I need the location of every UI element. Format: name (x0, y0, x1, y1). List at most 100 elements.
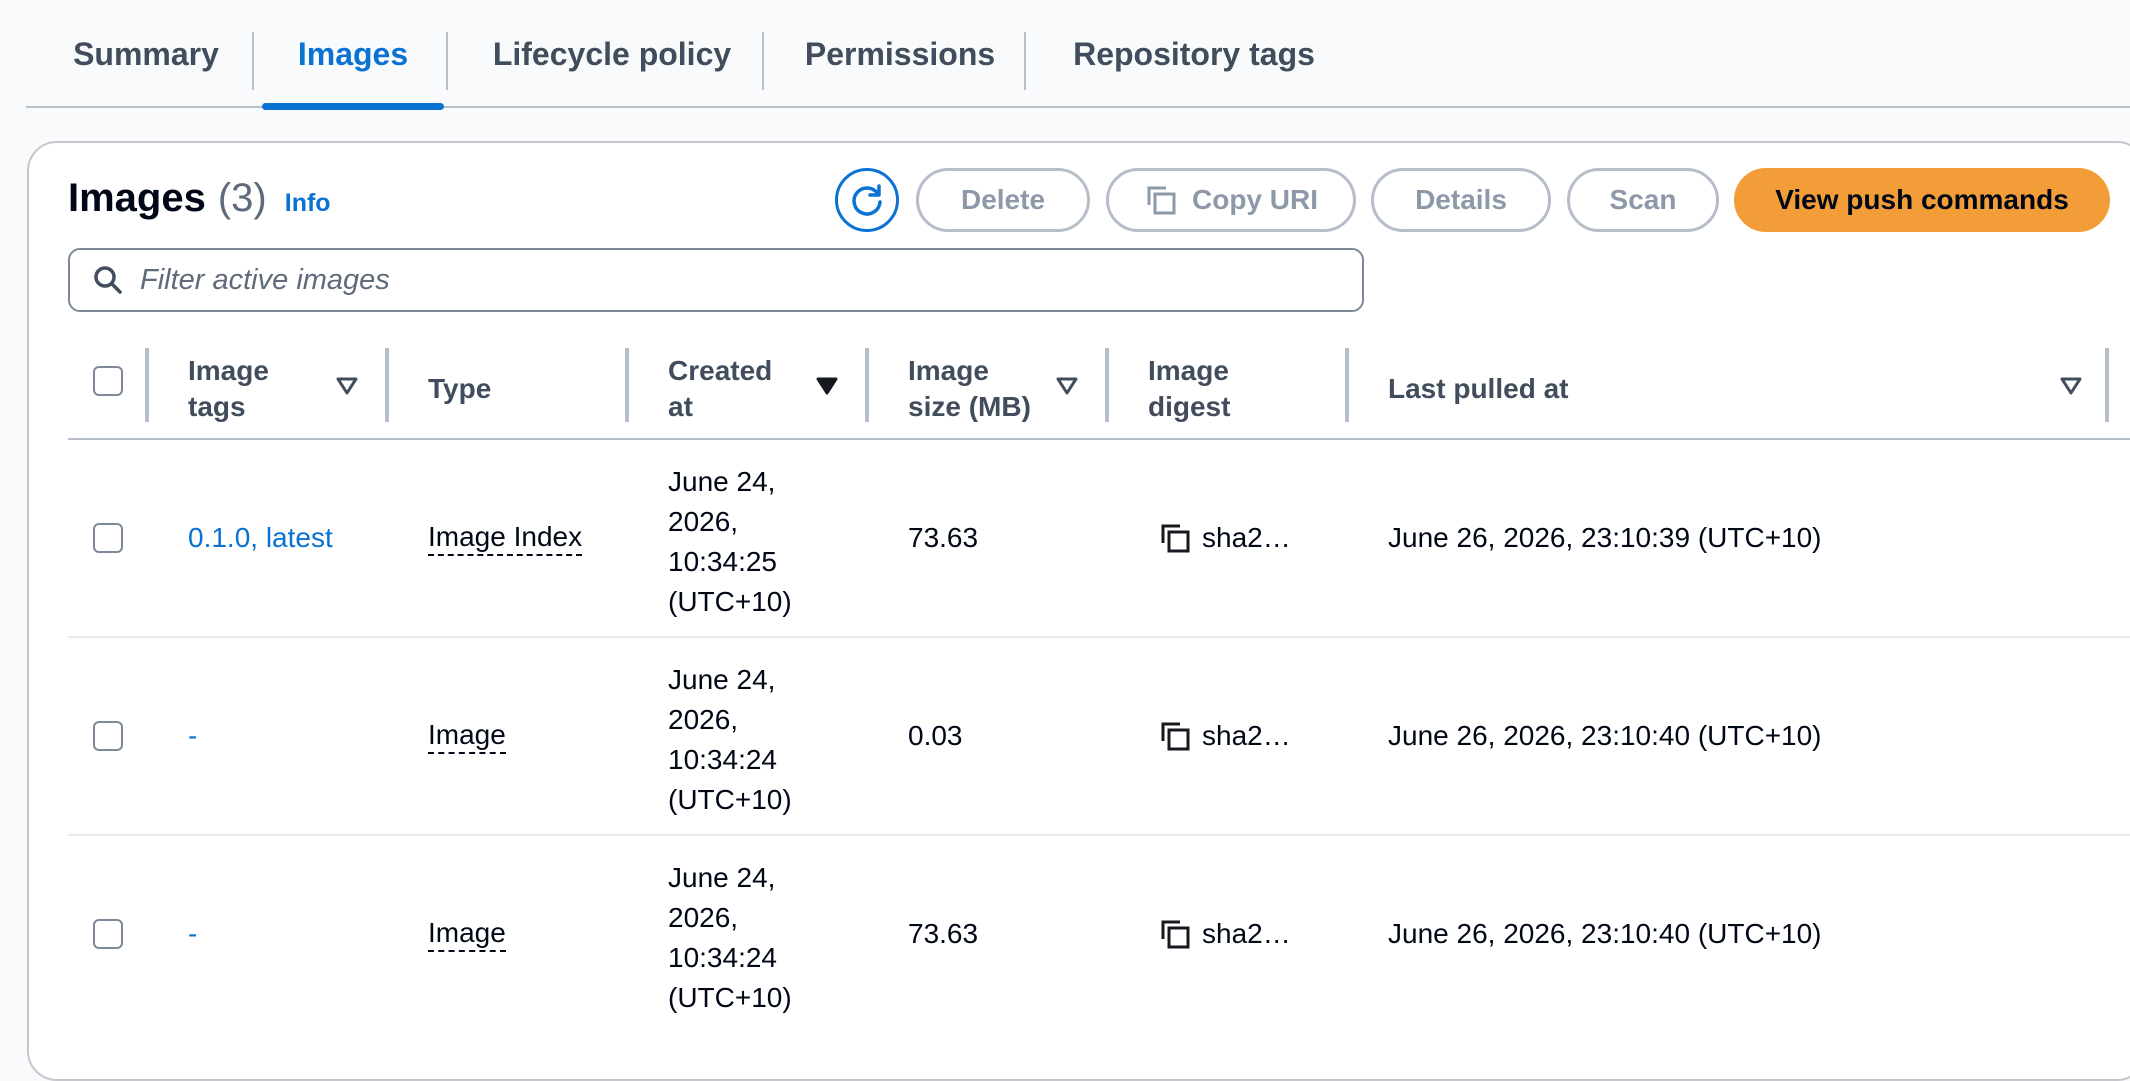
column-label: Image tags (188, 355, 269, 422)
last-pulled-at: June 26, 2026, 23:10:40 (UTC+10) (1388, 720, 1822, 751)
details-button[interactable]: Details (1371, 168, 1551, 232)
tab-lifecycle-policy[interactable]: Lifecycle policy (464, 0, 760, 108)
tab-divider (1024, 32, 1026, 90)
column-divider (1105, 348, 1109, 422)
image-digest: sha2… (1202, 522, 1291, 553)
delete-button[interactable]: Delete (916, 168, 1090, 232)
tab-images[interactable]: Images (258, 0, 448, 110)
image-type[interactable]: Image (428, 718, 506, 754)
column-header-type[interactable]: Type (428, 340, 628, 438)
search-icon (92, 264, 124, 296)
image-tags-link[interactable]: 0.1.0, latest (188, 440, 333, 636)
column-label: Type (428, 373, 492, 404)
copy-icon (1147, 186, 1176, 215)
column-divider (145, 348, 149, 422)
copy-icon[interactable] (1158, 719, 1192, 753)
table-row: - Image June 24, 2026, 10:34:24 (UTC+10)… (68, 638, 2130, 836)
view-push-commands-button[interactable]: View push commands (1734, 168, 2110, 232)
tab-summary[interactable]: Summary (50, 0, 242, 108)
created-at-time: 10:34:24 (668, 744, 777, 775)
column-divider (1345, 348, 1349, 422)
created-at-timezone: (UTC+10) (668, 586, 792, 617)
last-pulled-at: June 26, 2026, 23:10:39 (UTC+10) (1388, 522, 1822, 553)
created-at-year: 2026, (668, 704, 739, 735)
column-divider (865, 348, 869, 422)
column-label: Image digest (1148, 355, 1231, 422)
image-type-cell: Image (428, 836, 506, 1032)
column-header-image-digest: Image digest (1148, 340, 1258, 438)
delete-button-label: Delete (960, 184, 1046, 215)
column-header-last-pulled-at[interactable]: Last pulled at (1388, 340, 1788, 438)
created-at-year: 2026, (668, 506, 739, 537)
sort-descending-icon[interactable] (816, 376, 838, 396)
image-digest-cell: sha2… (1158, 638, 1291, 834)
copy-uri-button[interactable]: Copy URI (1106, 168, 1356, 232)
image-tags-link[interactable]: - (188, 836, 197, 1032)
search-input[interactable] (138, 262, 1242, 298)
active-tab-indicator (262, 103, 444, 110)
table-row: 0.1.0, latest Image Index June 24, 2026,… (68, 440, 2130, 638)
created-at-timezone: (UTC+10) (668, 784, 792, 815)
page-title: Images (68, 176, 206, 220)
column-divider (625, 348, 629, 422)
image-size: 73.63 (908, 522, 979, 553)
copy-icon[interactable] (1158, 917, 1192, 951)
tab-lifecycle-policy-label: Lifecycle policy (492, 35, 732, 72)
created-at-date: June 24, (668, 862, 776, 893)
tab-divider (762, 32, 764, 90)
column-divider (385, 348, 389, 422)
image-digest-cell: sha2… (1158, 836, 1291, 1032)
column-header-image-tags[interactable]: Image tags (188, 340, 298, 438)
view-push-commands-label: View push commands (1775, 184, 2069, 215)
created-at-cell: June 24, 2026, 10:34:24 (UTC+10) (668, 858, 808, 1018)
tab-repository-tags[interactable]: Repository tags (1042, 0, 1346, 108)
column-header-image-size[interactable]: Image size (MB) (908, 340, 1048, 438)
image-type-cell: Image (428, 638, 506, 834)
image-size: 73.63 (908, 918, 979, 949)
image-count: (3) (217, 176, 267, 220)
details-button-label: Details (1415, 184, 1507, 215)
scan-button-label: Scan (1609, 184, 1677, 215)
row-checkbox[interactable] (93, 721, 123, 751)
select-all-checkbox[interactable] (93, 366, 123, 396)
scan-button[interactable]: Scan (1567, 168, 1719, 232)
refresh-icon (852, 184, 882, 216)
created-at-time: 10:34:25 (668, 546, 777, 577)
image-digest: sha2… (1202, 918, 1291, 949)
panel-header: Images (3) Info (68, 176, 331, 221)
tab-divider (446, 32, 448, 90)
copy-icon[interactable] (1158, 521, 1192, 555)
column-divider (2105, 348, 2109, 422)
sort-icon[interactable] (336, 376, 358, 396)
image-type[interactable]: Image Index (428, 520, 583, 556)
row-checkbox[interactable] (93, 919, 123, 949)
copy-uri-label: Copy URI (1192, 184, 1318, 215)
image-digest: sha2… (1202, 720, 1291, 751)
row-checkbox[interactable] (93, 523, 123, 553)
image-digest-cell: sha2… (1158, 440, 1291, 636)
created-at-timezone: (UTC+10) (668, 982, 792, 1013)
created-at-date: June 24, (668, 664, 776, 695)
info-link[interactable]: Info (285, 189, 331, 218)
tab-summary-label: Summary (73, 35, 219, 72)
created-at-year: 2026, (668, 902, 739, 933)
tab-permissions-label: Permissions (804, 35, 996, 72)
created-at-time: 10:34:24 (668, 942, 777, 973)
tab-divider (252, 32, 254, 90)
tab-bar: Summary Images Lifecycle policy Permissi… (26, 0, 2130, 110)
tab-repository-tags-label: Repository tags (1073, 35, 1315, 72)
table-header: Image tags Type Created at Image size (M… (68, 340, 2130, 440)
tab-permissions[interactable]: Permissions (780, 0, 1020, 108)
created-at-date: June 24, (668, 466, 776, 497)
tab-images-label: Images (297, 35, 409, 72)
filter-images-search[interactable] (68, 248, 1364, 312)
image-tags-link[interactable]: - (188, 638, 197, 834)
table-row: - Image June 24, 2026, 10:34:24 (UTC+10)… (68, 836, 2130, 1034)
column-header-created-at[interactable]: Created at (668, 340, 778, 438)
sort-icon[interactable] (1056, 376, 1078, 396)
image-type[interactable]: Image (428, 916, 506, 952)
sort-icon[interactable] (2060, 376, 2082, 396)
created-at-cell: June 24, 2026, 10:34:25 (UTC+10) (668, 462, 808, 622)
created-at-cell: June 24, 2026, 10:34:24 (UTC+10) (668, 660, 808, 820)
refresh-button[interactable] (835, 168, 899, 232)
